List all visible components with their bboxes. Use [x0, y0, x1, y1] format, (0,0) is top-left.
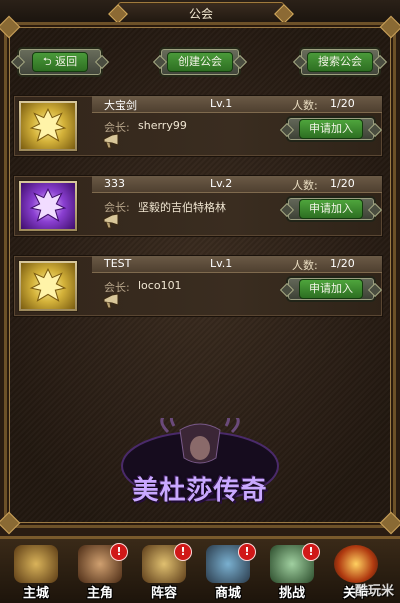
create-guild-button[interactable]: 创建公会 [159, 47, 241, 77]
back-button[interactable]: ⮌ 返回 [17, 47, 103, 77]
guild-name: TEST [104, 257, 132, 270]
alert-badge: ! [302, 543, 320, 561]
nav-item-lineup[interactable]: ! 阵容 [134, 543, 194, 601]
member-count: 1/20 [330, 177, 355, 190]
alert-badge: ! [110, 543, 128, 561]
gold-dragon-emblem-icon [21, 103, 75, 149]
leader-name: loco101 [138, 279, 182, 292]
back-button-label: 返回 [55, 55, 78, 68]
purple-dragon-emblem-icon [21, 183, 75, 229]
member-count-label: 人数: [292, 259, 318, 272]
gold-dragon-emblem-icon [21, 263, 75, 309]
horn-icon[interactable] [102, 213, 120, 229]
nav-label: 主角 [86, 586, 113, 601]
apply-join-button[interactable]: 申请加入 [286, 116, 376, 142]
guild-card: 333 Lv.2 人数: 1/20 会长: 坚毅的吉伯特格林 申请加入 [13, 175, 383, 237]
guild-name: 大宝剑 [104, 99, 137, 112]
panel-corner-ornament [379, 511, 400, 535]
nav-item-challenge[interactable]: ! 挑战 [262, 543, 322, 601]
nav-label: 挑战 [278, 586, 305, 601]
nav-label: 阵容 [150, 586, 177, 601]
apply-join-button[interactable]: 申请加入 [286, 276, 376, 302]
member-count-label: 人数: [292, 179, 318, 192]
apply-join-label: 申请加入 [299, 119, 363, 139]
game-logo: 美杜莎传奇 [118, 412, 282, 520]
alert-badge: ! [174, 543, 192, 561]
apply-join-button[interactable]: 申请加入 [286, 196, 376, 222]
alert-badge: ! [238, 543, 256, 561]
leader-name: sherry99 [138, 119, 187, 132]
castle-icon [14, 545, 58, 583]
watermark: 酷玩米 [354, 584, 394, 599]
create-guild-label: 创建公会 [167, 52, 233, 72]
nav-item-hero[interactable]: ! 主角 [70, 543, 130, 601]
guild-card: TEST Lv.1 人数: 1/20 会长: loco101 申请加入 [13, 255, 383, 317]
nav-label: 主城 [22, 586, 49, 601]
nav-item-main-city[interactable]: 主城 [6, 543, 66, 601]
horn-icon[interactable] [102, 133, 120, 149]
back-arrow-icon: ⮌ [42, 55, 52, 68]
guild-level: Lv.2 [210, 177, 233, 190]
member-count: 1/20 [330, 97, 355, 110]
member-count: 1/20 [330, 257, 355, 270]
leader-name: 坚毅的吉伯特格林 [138, 201, 226, 214]
guild-name: 333 [104, 177, 125, 190]
guild-emblem-frame [18, 180, 78, 232]
member-count-label: 人数: [292, 99, 318, 112]
apply-join-label: 申请加入 [299, 279, 363, 299]
guild-level: Lv.1 [210, 97, 233, 110]
guild-emblem-frame [18, 100, 78, 152]
search-guild-button[interactable]: 搜索公会 [299, 47, 381, 77]
nav-item-shop[interactable]: ! 商城 [198, 543, 258, 601]
panel-corner-ornament [0, 511, 21, 535]
horn-icon[interactable] [102, 293, 120, 309]
nav-label: 商城 [214, 586, 241, 601]
guild-emblem-frame [18, 260, 78, 312]
apply-join-label: 申请加入 [299, 199, 363, 219]
stage-icon [334, 545, 378, 583]
game-logo-text: 美杜莎传奇 [132, 476, 268, 506]
bottom-nav: 主城 ! 主角 ! 阵容 ! 商城 ! 挑战 关卡 酷玩米 [0, 536, 400, 603]
guild-level: Lv.1 [210, 257, 233, 270]
guild-card: 大宝剑 Lv.1 人数: 1/20 会长: sherry99 申请加入 [13, 95, 383, 157]
search-guild-label: 搜索公会 [307, 52, 373, 72]
